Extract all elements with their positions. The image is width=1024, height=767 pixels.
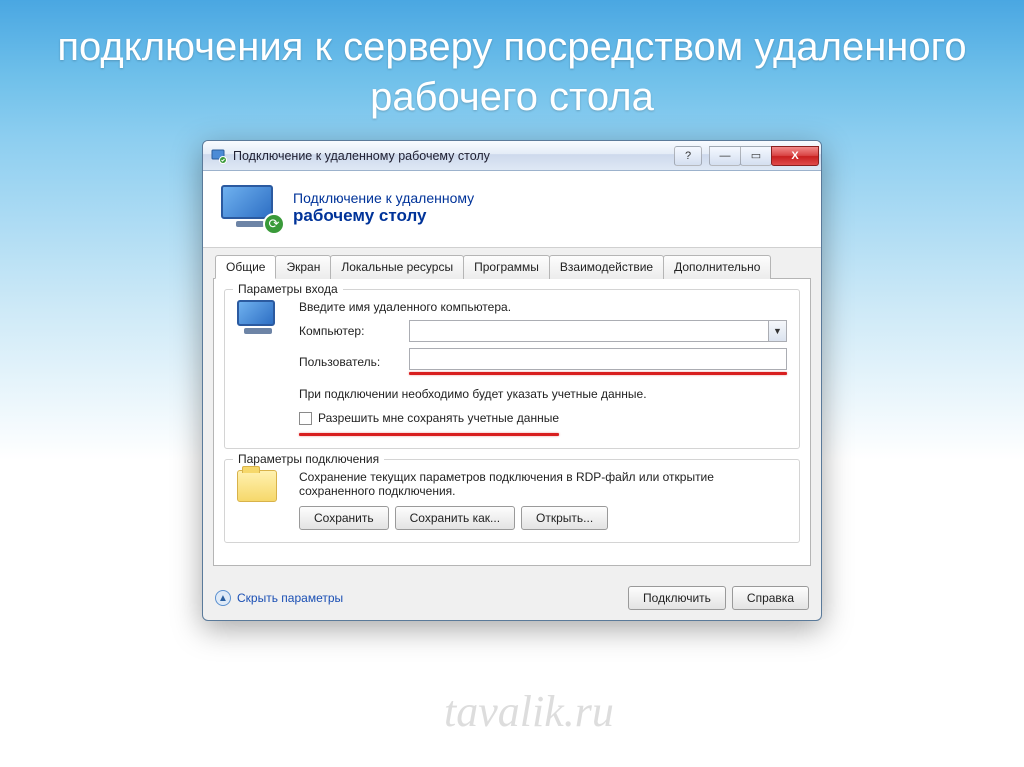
header-line1: Подключение к удаленному (293, 190, 474, 206)
connection-desc: Сохранение текущих параметров подключени… (299, 470, 787, 498)
window-title: Подключение к удаленному рабочему столу (233, 149, 675, 163)
tab-advanced[interactable]: Дополнительно (663, 255, 771, 279)
tab-panel-general: Параметры входа Введите имя удаленного к… (213, 279, 811, 566)
login-intro: Введите имя удаленного компьютера. (299, 300, 787, 314)
save-credentials-label: Разрешить мне сохранять учетные данные (318, 411, 559, 425)
username-input[interactable] (409, 348, 787, 370)
folder-icon (237, 470, 277, 502)
app-icon (211, 148, 227, 164)
save-button[interactable]: Сохранить (299, 506, 389, 530)
tab-display[interactable]: Экран (275, 255, 331, 279)
connection-groupbox: Параметры подключения Сохранение текущих… (224, 459, 800, 543)
dialog-header: ⟳ Подключение к удаленному рабочему стол… (203, 171, 821, 248)
connection-legend: Параметры подключения (233, 452, 384, 466)
tab-programs[interactable]: Программы (463, 255, 550, 279)
watermark: tavalik.ru (444, 686, 614, 737)
login-legend: Параметры входа (233, 282, 343, 296)
titlebar[interactable]: Подключение к удаленному рабочему столу … (203, 141, 821, 171)
slide-title: подключения к серверу посредством удален… (0, 0, 1024, 132)
tab-strip: Общие Экран Локальные ресурсы Программы … (213, 254, 811, 279)
help-button[interactable]: Справка (732, 586, 809, 610)
chevron-up-icon: ▲ (215, 590, 231, 606)
credentials-note: При подключении необходимо будет указать… (299, 387, 787, 401)
remote-desktop-icon: ⟳ (221, 185, 279, 231)
tab-experience[interactable]: Взаимодействие (549, 255, 664, 279)
computer-label: Компьютер: (299, 324, 399, 338)
highlight-underline (409, 372, 787, 375)
hide-options-link[interactable]: ▲ Скрыть параметры (215, 590, 343, 606)
titlebar-minimize-button[interactable]: — (709, 146, 741, 166)
user-label: Пользователь: (299, 355, 399, 369)
computer-input[interactable] (410, 321, 768, 341)
highlight-underline-2 (299, 433, 559, 436)
titlebar-close-button[interactable]: X (771, 146, 819, 166)
dialog-footer: ▲ Скрыть параметры Подключить Справка (203, 576, 821, 620)
tab-local-resources[interactable]: Локальные ресурсы (330, 255, 464, 279)
titlebar-help-button[interactable]: ? (674, 146, 702, 166)
save-credentials-checkbox[interactable] (299, 412, 312, 425)
computer-icon (237, 300, 279, 336)
chevron-down-icon[interactable]: ▼ (768, 321, 786, 341)
header-line2: рабочему столу (293, 206, 474, 226)
rdp-dialog: Подключение к удаленному рабочему столу … (202, 140, 822, 621)
open-button[interactable]: Открыть... (521, 506, 608, 530)
titlebar-maximize-button[interactable]: ▭ (740, 146, 772, 166)
connect-button[interactable]: Подключить (628, 586, 726, 610)
hide-options-label: Скрыть параметры (237, 591, 343, 605)
login-groupbox: Параметры входа Введите имя удаленного к… (224, 289, 800, 449)
computer-combobox[interactable]: ▼ (409, 320, 787, 342)
tab-general[interactable]: Общие (215, 255, 276, 279)
save-as-button[interactable]: Сохранить как... (395, 506, 515, 530)
